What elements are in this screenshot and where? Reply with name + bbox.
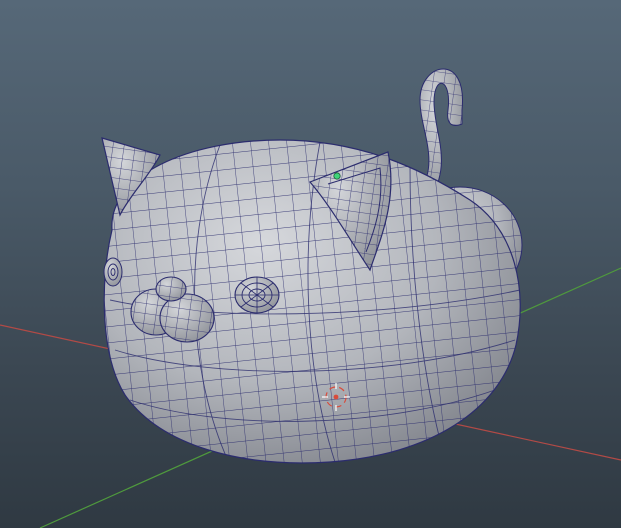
3d-viewport[interactable] (0, 0, 621, 528)
cat-eye-right[interactable] (234, 276, 280, 314)
cat-eye-left[interactable] (103, 257, 123, 287)
viewport-scene[interactable] (0, 0, 621, 528)
selected-vertex[interactable] (333, 172, 341, 180)
